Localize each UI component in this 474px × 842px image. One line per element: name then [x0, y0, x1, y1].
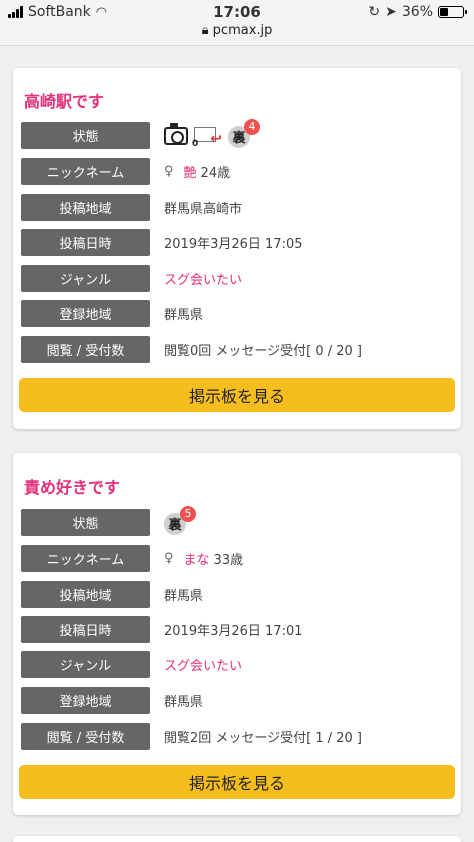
area-label: 投稿地域 [21, 194, 150, 221]
views-value: 閲覧2回 メッセージ受付[ 1 / 20 ] [164, 731, 363, 746]
view-board-button[interactable]: 掲示板を見る [19, 765, 455, 799]
lock-icon: 🔒︎ [201, 23, 209, 38]
views-label: 閲覧 / 受付数 [21, 336, 150, 363]
area-row: 投稿地域 群馬県 [21, 581, 203, 608]
genre-link[interactable]: スグ会いたい [164, 269, 242, 288]
female-icon: ♀ [164, 164, 174, 179]
date-label: 投稿日時 [21, 616, 150, 643]
nickname-label: ニックネーム [21, 545, 150, 572]
status-icons: 0 ↩ 裏 4 [164, 118, 260, 149]
ura-icon: 裏 4 [228, 118, 260, 149]
nickname-row: ニックネーム ♀ 艶 24歳 [21, 158, 230, 185]
area-value: 群馬県 [164, 589, 204, 604]
area-value: 群馬県高崎市 [164, 202, 243, 217]
url-text: pcmax.jp [212, 23, 273, 38]
location-icon: ➤ [385, 4, 397, 20]
nickname-link[interactable]: 艶 [184, 162, 197, 181]
status-icons: 裏 5 [164, 505, 196, 536]
date-row: 投稿日時 2019年3月26日 17:01 [21, 616, 303, 643]
date-row: 投稿日時 2019年3月26日 17:05 [21, 229, 303, 256]
battery-icon [438, 6, 467, 18]
system-indicators: ↻ ➤ 36% [368, 4, 467, 20]
nickname-link[interactable]: まな [184, 549, 210, 568]
age-text: 24歳 [200, 166, 231, 181]
views-row: 閲覧 / 受付数 閲覧2回 メッセージ受付[ 1 / 20 ] [21, 723, 362, 750]
date-label: 投稿日時 [21, 229, 150, 256]
mail-count: 0 [192, 138, 199, 149]
date-value: 2019年3月26日 17:05 [164, 237, 303, 252]
reg-area-label: 登録地域 [21, 300, 150, 327]
orientation-lock-icon: ↻ [368, 4, 381, 20]
views-label: 閲覧 / 受付数 [21, 723, 150, 750]
address-bar[interactable]: 🔒︎ pcmax.jp [0, 23, 474, 38]
nickname-row: ニックネーム ♀ まな 33歳 [21, 545, 243, 572]
battery-percent: 36% [401, 4, 433, 20]
ura-badge: 4 [244, 118, 260, 135]
genre-label: ジャンル [21, 651, 150, 678]
post-card: 責め好きです 状態 裏 5 ニックネーム ♀ まな 33歳 投稿地域 群馬県 投… [13, 453, 461, 815]
ura-badge: 5 [180, 505, 196, 522]
post-card-partial [13, 836, 461, 842]
genre-label: ジャンル [21, 265, 150, 292]
age-text: 33歳 [213, 553, 244, 568]
genre-row: ジャンル スグ会いたい [21, 265, 242, 292]
reg-area-row: 登録地域 群馬県 [21, 300, 203, 327]
camera-icon [164, 122, 188, 145]
mail-reply-icon: 0 ↩ [192, 125, 222, 149]
reg-area-value: 群馬県 [164, 695, 204, 710]
status-row: 状態 0 ↩ 裏 4 [21, 118, 260, 149]
date-value: 2019年3月26日 17:01 [164, 624, 303, 639]
nickname-label: ニックネーム [21, 158, 150, 185]
status-label: 状態 [21, 122, 150, 149]
reg-area-row: 登録地域 群馬県 [21, 687, 203, 714]
post-title[interactable]: 高崎駅です [24, 88, 104, 112]
post-title[interactable]: 責め好きです [24, 474, 120, 498]
views-value: 閲覧0回 メッセージ受付[ 0 / 20 ] [164, 344, 363, 359]
post-card: 高崎駅です 状態 0 ↩ 裏 4 ニックネーム ♀ 艶 24歳 投稿地域 群馬県… [13, 68, 461, 429]
status-row: 状態 裏 5 [21, 505, 196, 536]
view-board-button[interactable]: 掲示板を見る [19, 378, 455, 412]
area-label: 投稿地域 [21, 581, 150, 608]
status-bar: SoftBank ◠ 17:06 🔒︎ pcmax.jp ↻ ➤ 36% [0, 0, 474, 46]
female-icon: ♀ [164, 551, 174, 566]
views-row: 閲覧 / 受付数 閲覧0回 メッセージ受付[ 0 / 20 ] [21, 336, 362, 363]
reg-area-value: 群馬県 [164, 308, 204, 323]
reg-area-label: 登録地域 [21, 687, 150, 714]
status-label: 状態 [21, 509, 150, 536]
genre-row: ジャンル スグ会いたい [21, 651, 242, 678]
genre-link[interactable]: スグ会いたい [164, 655, 242, 674]
ura-icon: 裏 5 [164, 505, 196, 536]
area-row: 投稿地域 群馬県高崎市 [21, 194, 242, 221]
